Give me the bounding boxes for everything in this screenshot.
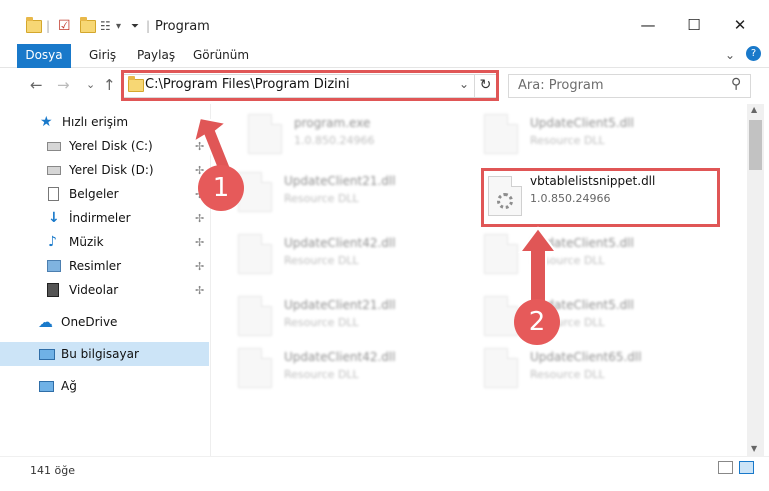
explorer-window: | ☑ ☷ ▾ ⏷ | Program — ☐ ✕ Dosya Giriş Pa… [0, 0, 769, 491]
annotation-arrows [192, 116, 558, 307]
step-badge-1: 1 [198, 165, 244, 211]
step-badge-2: 2 [514, 299, 560, 345]
arrow-2 [518, 226, 558, 307]
